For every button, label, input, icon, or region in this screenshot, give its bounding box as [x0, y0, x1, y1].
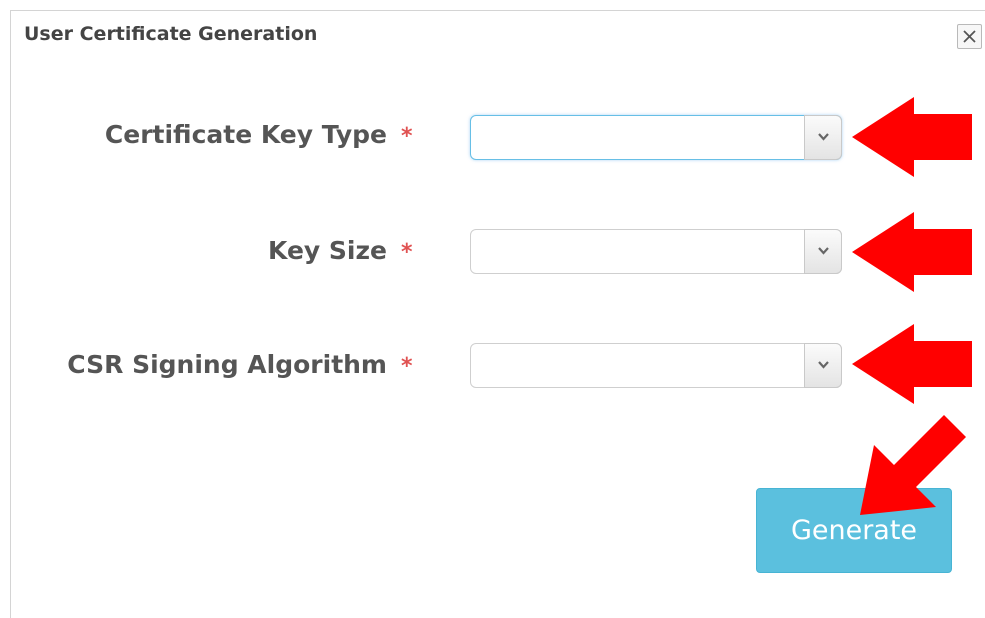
- csr-signing-algorithm-label: CSR Signing Algorithm: [67, 350, 387, 379]
- chevron-down-icon: [818, 247, 829, 255]
- close-button[interactable]: [957, 24, 982, 49]
- chevron-down-icon: [818, 133, 829, 141]
- dropdown-toggle[interactable]: [804, 115, 842, 160]
- key-size-select[interactable]: [470, 229, 842, 274]
- required-marker: *: [401, 240, 413, 265]
- red-arrow-icon: [860, 415, 966, 515]
- chevron-down-icon: [818, 361, 829, 369]
- dialog-title: User Certificate Generation: [24, 23, 318, 45]
- required-marker: *: [401, 124, 413, 149]
- certificate-key-type-label: Certificate Key Type: [104, 120, 387, 149]
- red-arrow-icon: [852, 97, 972, 177]
- red-arrow-icon: [852, 324, 972, 404]
- csr-signing-algorithm-select[interactable]: [470, 343, 842, 388]
- dropdown-toggle[interactable]: [804, 343, 842, 388]
- close-icon: [963, 30, 976, 43]
- certificate-key-type-select[interactable]: [470, 115, 842, 160]
- red-arrow-icon: [852, 212, 972, 292]
- dropdown-toggle[interactable]: [804, 229, 842, 274]
- required-marker: *: [401, 354, 413, 379]
- key-size-label: Key Size: [268, 236, 387, 265]
